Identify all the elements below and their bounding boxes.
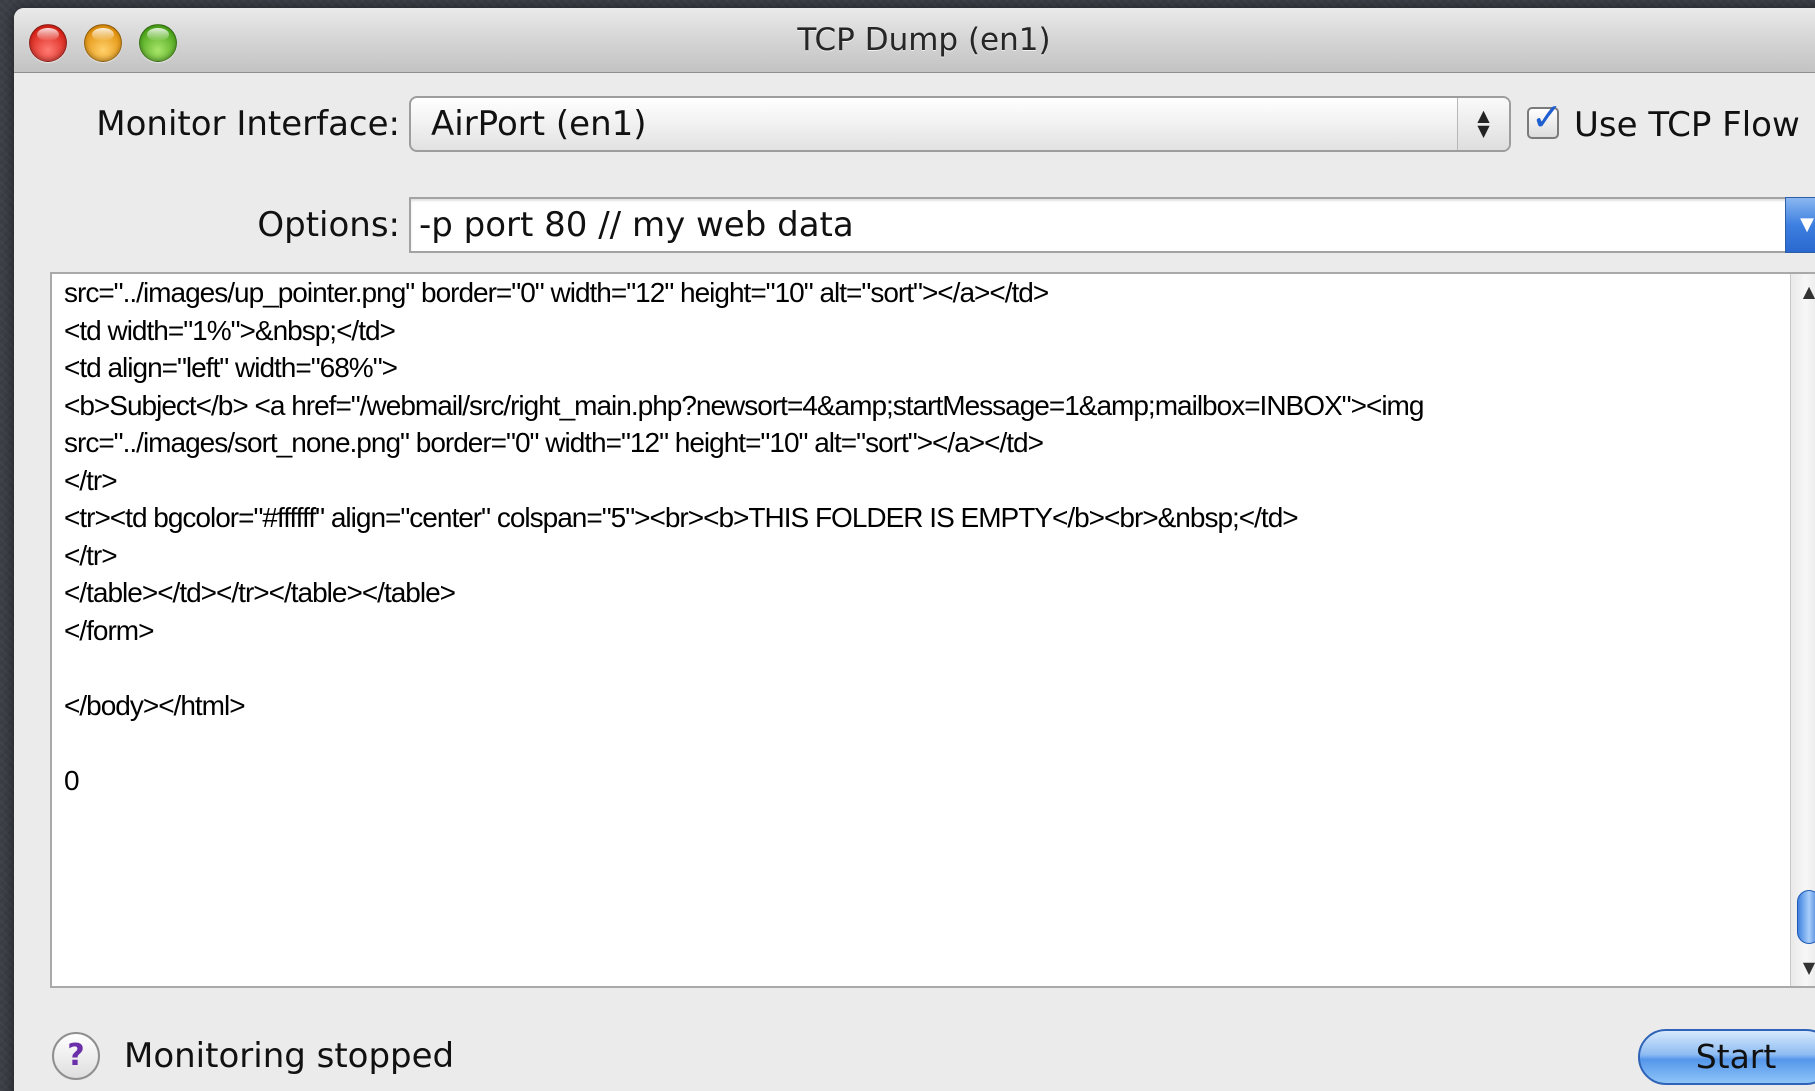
- scroll-down-arrow-icon[interactable]: ▼: [1791, 950, 1815, 986]
- log-line: <tr><td bgcolor="#ffffff" align="center"…: [64, 502, 1299, 533]
- log-line: src="../images/sort_none.png" border="0"…: [64, 427, 1044, 458]
- start-button[interactable]: Start: [1638, 1029, 1815, 1085]
- status-text: Monitoring stopped: [124, 1036, 455, 1076]
- up-down-arrows-icon: ▲ ▼: [1457, 98, 1509, 150]
- output-log: src="../images/up_pointer.png" border="0…: [64, 274, 1424, 799]
- help-icon[interactable]: ?: [52, 1032, 100, 1080]
- interface-popup[interactable]: AirPort (en1) ▲ ▼: [409, 96, 1511, 152]
- interface-popup-value: AirPort (en1): [431, 104, 647, 144]
- options-value: -p port 80 // my web data: [419, 205, 854, 245]
- monitor-interface-label: Monitor Interface:: [96, 104, 400, 144]
- options-label: Options:: [257, 205, 400, 245]
- log-line: </body></html>: [64, 689, 246, 721]
- log-line: </table></td></tr></table></table>: [64, 577, 456, 608]
- vertical-scrollbar[interactable]: ▲ ▼: [1790, 274, 1815, 986]
- options-combo-field[interactable]: -p port 80 // my web data: [409, 197, 1815, 253]
- title-bar[interactable]: TCP Dump (en1): [14, 8, 1815, 73]
- log-line: </tr>: [64, 464, 118, 496]
- chevron-down-icon[interactable]: ▼: [1785, 197, 1815, 253]
- checkmark-icon: ✓: [1531, 95, 1563, 139]
- tcp-dump-output[interactable]: src="../images/up_pointer.png" border="0…: [50, 272, 1815, 988]
- log-line: src="../images/up_pointer.png" border="0…: [64, 277, 1049, 308]
- tcp-dump-window: TCP Dump (en1) Monitor Interface: AirPor…: [14, 8, 1815, 1091]
- scroll-thumb[interactable]: [1797, 890, 1815, 944]
- log-line: 0: [64, 764, 80, 796]
- scroll-up-arrow-icon[interactable]: ▲: [1791, 274, 1815, 310]
- log-line: <b>Subject</b> <a href="/webmail/src/rig…: [64, 389, 1424, 421]
- log-line: </form>: [64, 614, 154, 646]
- use-tcp-flow-label[interactable]: Use TCP Flow: [1574, 105, 1800, 145]
- log-line: <td width="1%">&nbsp;</td>: [64, 314, 396, 346]
- log-line: <td align="left" width="68%">: [64, 352, 398, 383]
- window-title: TCP Dump (en1): [797, 22, 1051, 58]
- log-line: </tr>: [64, 539, 118, 571]
- use-tcp-flow-checkbox[interactable]: ✓: [1527, 95, 1563, 139]
